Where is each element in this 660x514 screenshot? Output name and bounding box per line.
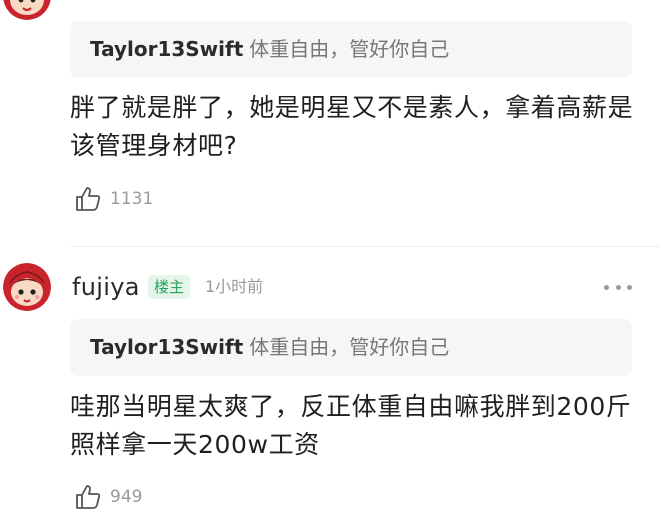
comment-text-line: 照样拿一天200w工资 [70, 430, 320, 459]
avatar[interactable] [3, 0, 51, 20]
thumbs-up-icon [76, 485, 101, 509]
avatar-cartoon-girl-icon [3, 0, 51, 20]
dot [627, 284, 632, 290]
op-badge: 楼主 [148, 275, 191, 299]
quote-author[interactable]: Taylor13Swift [90, 335, 243, 359]
like-count: 949 [110, 487, 143, 507]
dot [615, 284, 621, 290]
like-button[interactable]: 1131 [74, 184, 153, 214]
more-dots-icon[interactable] [604, 282, 632, 292]
timestamp: 1小时前 [205, 277, 264, 296]
thumbs-up-icon [76, 187, 101, 211]
like-count: 1131 [110, 189, 154, 209]
comment-text: 哇那当明星太爽了，反正体重自由嘛我胖到200斤 照样拿一天200w工资 [70, 388, 645, 464]
avatar-cartoon-girl-icon [3, 263, 51, 311]
comment-text-line: 哇那当明星太爽了，反正体重自由嘛我胖到200斤 [70, 392, 632, 421]
dot [604, 284, 609, 290]
quote-text: 体重自由，管好你自己 [249, 335, 450, 359]
avatar[interactable] [3, 263, 51, 311]
comment-item: Taylor13Swift 体重自由，管好你自己 胖了就是胖了，她是明星又不是素人… [0, 0, 660, 246]
username[interactable]: fujiya [72, 272, 140, 302]
quoted-reply[interactable]: Taylor13Swift 体重自由，管好你自己 [70, 21, 632, 78]
comment-text-line: 该管理身材吧? [70, 131, 238, 160]
quote-author[interactable]: Taylor13Swift [90, 37, 243, 61]
comment-item: fujiya 楼主 1小时前 Taylor13Swift 体重自由，管好你自己 哇… [0, 247, 660, 514]
quote-text: 体重自由，管好你自己 [249, 37, 450, 61]
like-button[interactable]: 949 [74, 482, 142, 512]
comment-text: 胖了就是胖了，她是明星又不是素人，拿着高薪是 该管理身材吧? [70, 89, 645, 165]
quoted-reply[interactable]: Taylor13Swift 体重自由，管好你自己 [70, 319, 632, 376]
comment-text-line: 胖了就是胖了，她是明星又不是素人，拿着高薪是 [70, 93, 634, 122]
